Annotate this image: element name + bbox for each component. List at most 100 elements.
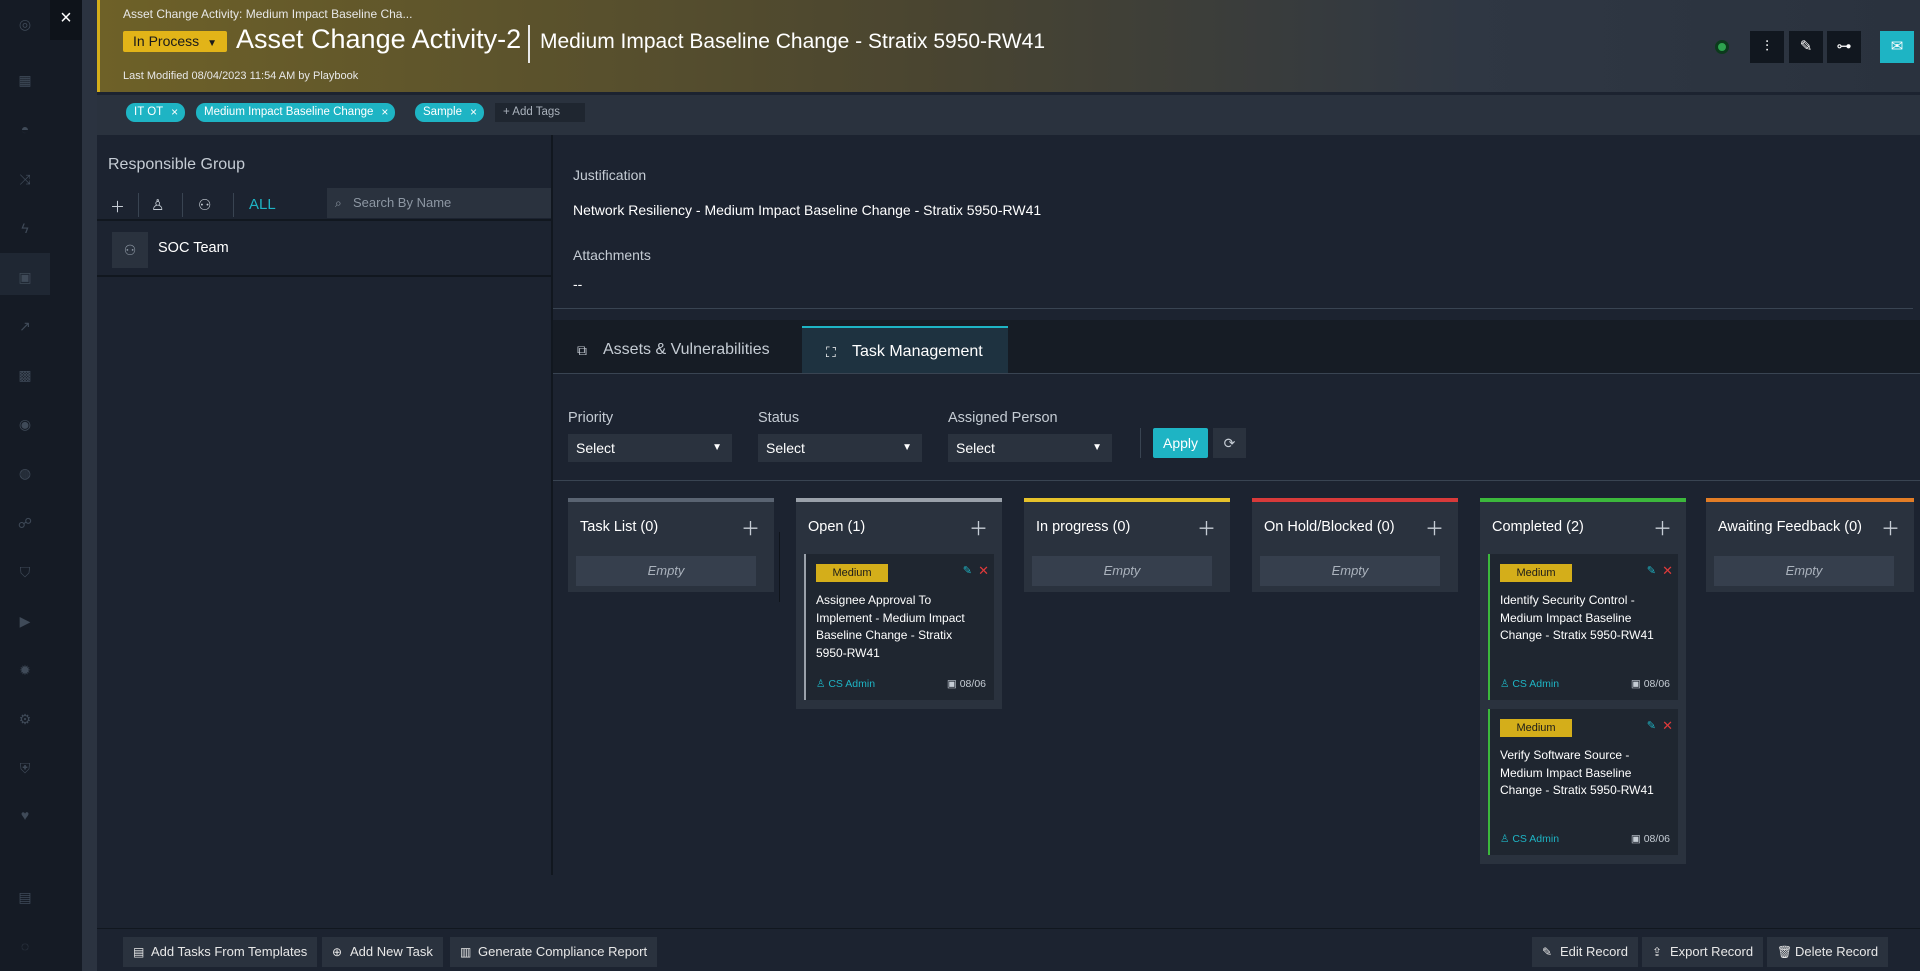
add-task-icon[interactable]: ＋ bbox=[969, 514, 988, 541]
priority-badge: Medium bbox=[816, 564, 888, 582]
divider bbox=[553, 373, 1920, 374]
edit-icon[interactable]: ✎ bbox=[963, 564, 972, 577]
reset-button[interactable]: ⟳ bbox=[1213, 428, 1246, 458]
edit-button[interactable]: ✎ bbox=[1789, 31, 1823, 63]
team-filter-icon[interactable]: ⚇ bbox=[198, 196, 211, 214]
priority-badge: Medium bbox=[1500, 564, 1572, 582]
clipboard-icon[interactable]: ▤ bbox=[16, 888, 34, 906]
tab-task-management[interactable]: ⛶ Task Management bbox=[802, 326, 1008, 374]
tag-chip[interactable]: IT OT × bbox=[126, 103, 186, 122]
filter-all[interactable]: ALL bbox=[249, 196, 276, 213]
page-subtitle: Medium Impact Baseline Change - Stratix … bbox=[540, 30, 1046, 53]
incident-icon[interactable]: ◓ bbox=[16, 120, 34, 138]
add-new-task-button[interactable]: ⊕ Add New Task bbox=[322, 937, 443, 967]
assets-icon: ⧉ bbox=[577, 342, 587, 358]
divider bbox=[233, 193, 234, 217]
priority-badge: Medium bbox=[1500, 719, 1572, 737]
hierarchy-button[interactable]: ⫶ bbox=[1750, 31, 1784, 63]
user-shield-icon[interactable]: ◉ bbox=[16, 415, 34, 433]
add-icon[interactable]: ＋ bbox=[110, 196, 125, 217]
tag-chip[interactable]: Medium Impact Baseline Change × bbox=[196, 103, 396, 122]
generate-compliance-report-button[interactable]: ▥ Generate Compliance Report bbox=[450, 937, 658, 967]
export-record-button[interactable]: ⇪ Export Record bbox=[1642, 937, 1764, 967]
chevron-down-icon: ▼ bbox=[712, 442, 722, 453]
task-icon: ⛶ bbox=[826, 344, 836, 360]
user-filter-icon[interactable]: ♙ bbox=[151, 196, 164, 214]
tag-label: Sample bbox=[423, 106, 462, 118]
status-select[interactable]: Select ▼ bbox=[758, 434, 922, 462]
pencil-icon: ✎ bbox=[1799, 38, 1813, 55]
task-card[interactable]: Medium ✎ ✕ Identify Security Control - M… bbox=[1488, 554, 1678, 700]
help-icon[interactable]: ◌ bbox=[16, 937, 34, 955]
team-avatar-icon: ⚇ bbox=[112, 232, 148, 268]
add-task-icon[interactable]: ＋ bbox=[1653, 514, 1672, 541]
delete-record-button[interactable]: 🗑 Delete Record bbox=[1767, 937, 1889, 967]
add-task-icon[interactable]: ＋ bbox=[1425, 514, 1444, 541]
breadcrumb[interactable]: Asset Change Activity: Medium Impact Bas… bbox=[123, 7, 412, 21]
globe-icon[interactable]: ◍ bbox=[16, 464, 34, 482]
shield-icon[interactable]: ⛉ bbox=[16, 563, 34, 581]
export-icon: ⇪ bbox=[1652, 945, 1663, 959]
task-title: Verify Software Source - Medium Impact B… bbox=[1500, 748, 1654, 797]
add-task-icon[interactable]: ＋ bbox=[1197, 514, 1216, 541]
add-tags-input[interactable]: + Add Tags bbox=[495, 103, 585, 122]
remove-tag-icon[interactable]: × bbox=[470, 103, 477, 122]
add-task-icon[interactable]: ＋ bbox=[741, 514, 760, 541]
column-title: Task List (0) bbox=[580, 519, 659, 535]
heart-icon[interactable]: ♥ bbox=[16, 806, 34, 824]
search-input[interactable]: ⌕ Search By Name bbox=[327, 188, 551, 218]
empty-placeholder: Empty bbox=[1714, 556, 1894, 586]
tag-chip[interactable]: Sample × bbox=[415, 103, 484, 122]
due-date-value: 08/06 bbox=[1643, 678, 1670, 690]
edit-icon[interactable]: ✎ bbox=[1647, 719, 1656, 732]
tag-label: Medium Impact Baseline Change bbox=[204, 106, 374, 118]
task-due-date: ▣ 08/06 bbox=[946, 678, 986, 690]
link-button[interactable]: ⊶ bbox=[1827, 31, 1861, 63]
task-owner: ♙ CS Admin bbox=[1500, 833, 1560, 845]
title-divider bbox=[528, 25, 530, 63]
divider bbox=[779, 532, 780, 602]
gear-icon[interactable]: ✹ bbox=[16, 661, 34, 679]
task-card[interactable]: Medium ✎ ✕ Assignee Approval To Implemen… bbox=[804, 554, 994, 700]
delete-icon[interactable]: ✕ bbox=[978, 563, 989, 579]
remove-tag-icon[interactable]: × bbox=[171, 103, 178, 122]
search-icon: ⌕ bbox=[335, 196, 342, 210]
status-label: Status bbox=[758, 410, 800, 426]
delete-icon[interactable]: ✕ bbox=[1662, 563, 1673, 579]
priority-select[interactable]: Select ▼ bbox=[568, 434, 732, 462]
assigned-person-select[interactable]: Select ▼ bbox=[948, 434, 1112, 462]
shuffle-icon[interactable]: ⤨ bbox=[16, 170, 34, 188]
alert-icon[interactable]: ϟ bbox=[16, 219, 34, 237]
status-dropdown[interactable]: In Process ▼ bbox=[123, 31, 228, 52]
close-icon[interactable]: × bbox=[50, 0, 82, 40]
tab-assets-vulnerabilities[interactable]: ⧉ Assets & Vulnerabilities bbox=[553, 326, 802, 374]
settings-icon[interactable]: ⚙ bbox=[16, 710, 34, 728]
select-value: Select bbox=[766, 440, 805, 456]
column-title: Awaiting Feedback (0) bbox=[1718, 519, 1863, 535]
analytics-icon[interactable]: ↗ bbox=[16, 317, 34, 335]
security-icon[interactable]: ⛨ bbox=[16, 759, 34, 777]
add-tasks-from-templates-button[interactable]: ▤ Add Tasks From Templates bbox=[123, 937, 318, 967]
assigned-person-label: Assigned Person bbox=[948, 410, 1058, 426]
chevron-down-icon: ▼ bbox=[207, 38, 218, 49]
template-icon: ▤ bbox=[133, 945, 145, 959]
delete-icon[interactable]: ✕ bbox=[1662, 718, 1673, 734]
dashboard-icon[interactable]: ▦ bbox=[16, 71, 34, 89]
divider bbox=[553, 480, 1920, 481]
apply-button[interactable]: Apply bbox=[1153, 428, 1208, 458]
task-card[interactable]: Medium ✎ ✕ Verify Software Source - Medi… bbox=[1488, 709, 1678, 855]
remove-tag-icon[interactable]: × bbox=[381, 103, 388, 122]
comments-button[interactable]: ✉ bbox=[1880, 31, 1914, 63]
team-icon[interactable]: ☍ bbox=[16, 514, 34, 532]
add-task-icon[interactable]: ＋ bbox=[1881, 514, 1900, 541]
group-member-name: SOC Team bbox=[158, 240, 229, 256]
divider bbox=[182, 193, 183, 217]
asset-icon[interactable]: ▣ bbox=[16, 268, 34, 286]
search-placeholder: Search By Name bbox=[353, 195, 452, 210]
edit-icon[interactable]: ✎ bbox=[1647, 564, 1656, 577]
modules-icon[interactable]: ▩ bbox=[16, 366, 34, 384]
edit-record-button[interactable]: ✎ Edit Record bbox=[1532, 937, 1638, 967]
task-owner: ♙ CS Admin bbox=[1500, 678, 1560, 690]
play-icon[interactable]: ▶ bbox=[16, 612, 34, 630]
page-title: Asset Change Activity-2 bbox=[236, 24, 522, 54]
